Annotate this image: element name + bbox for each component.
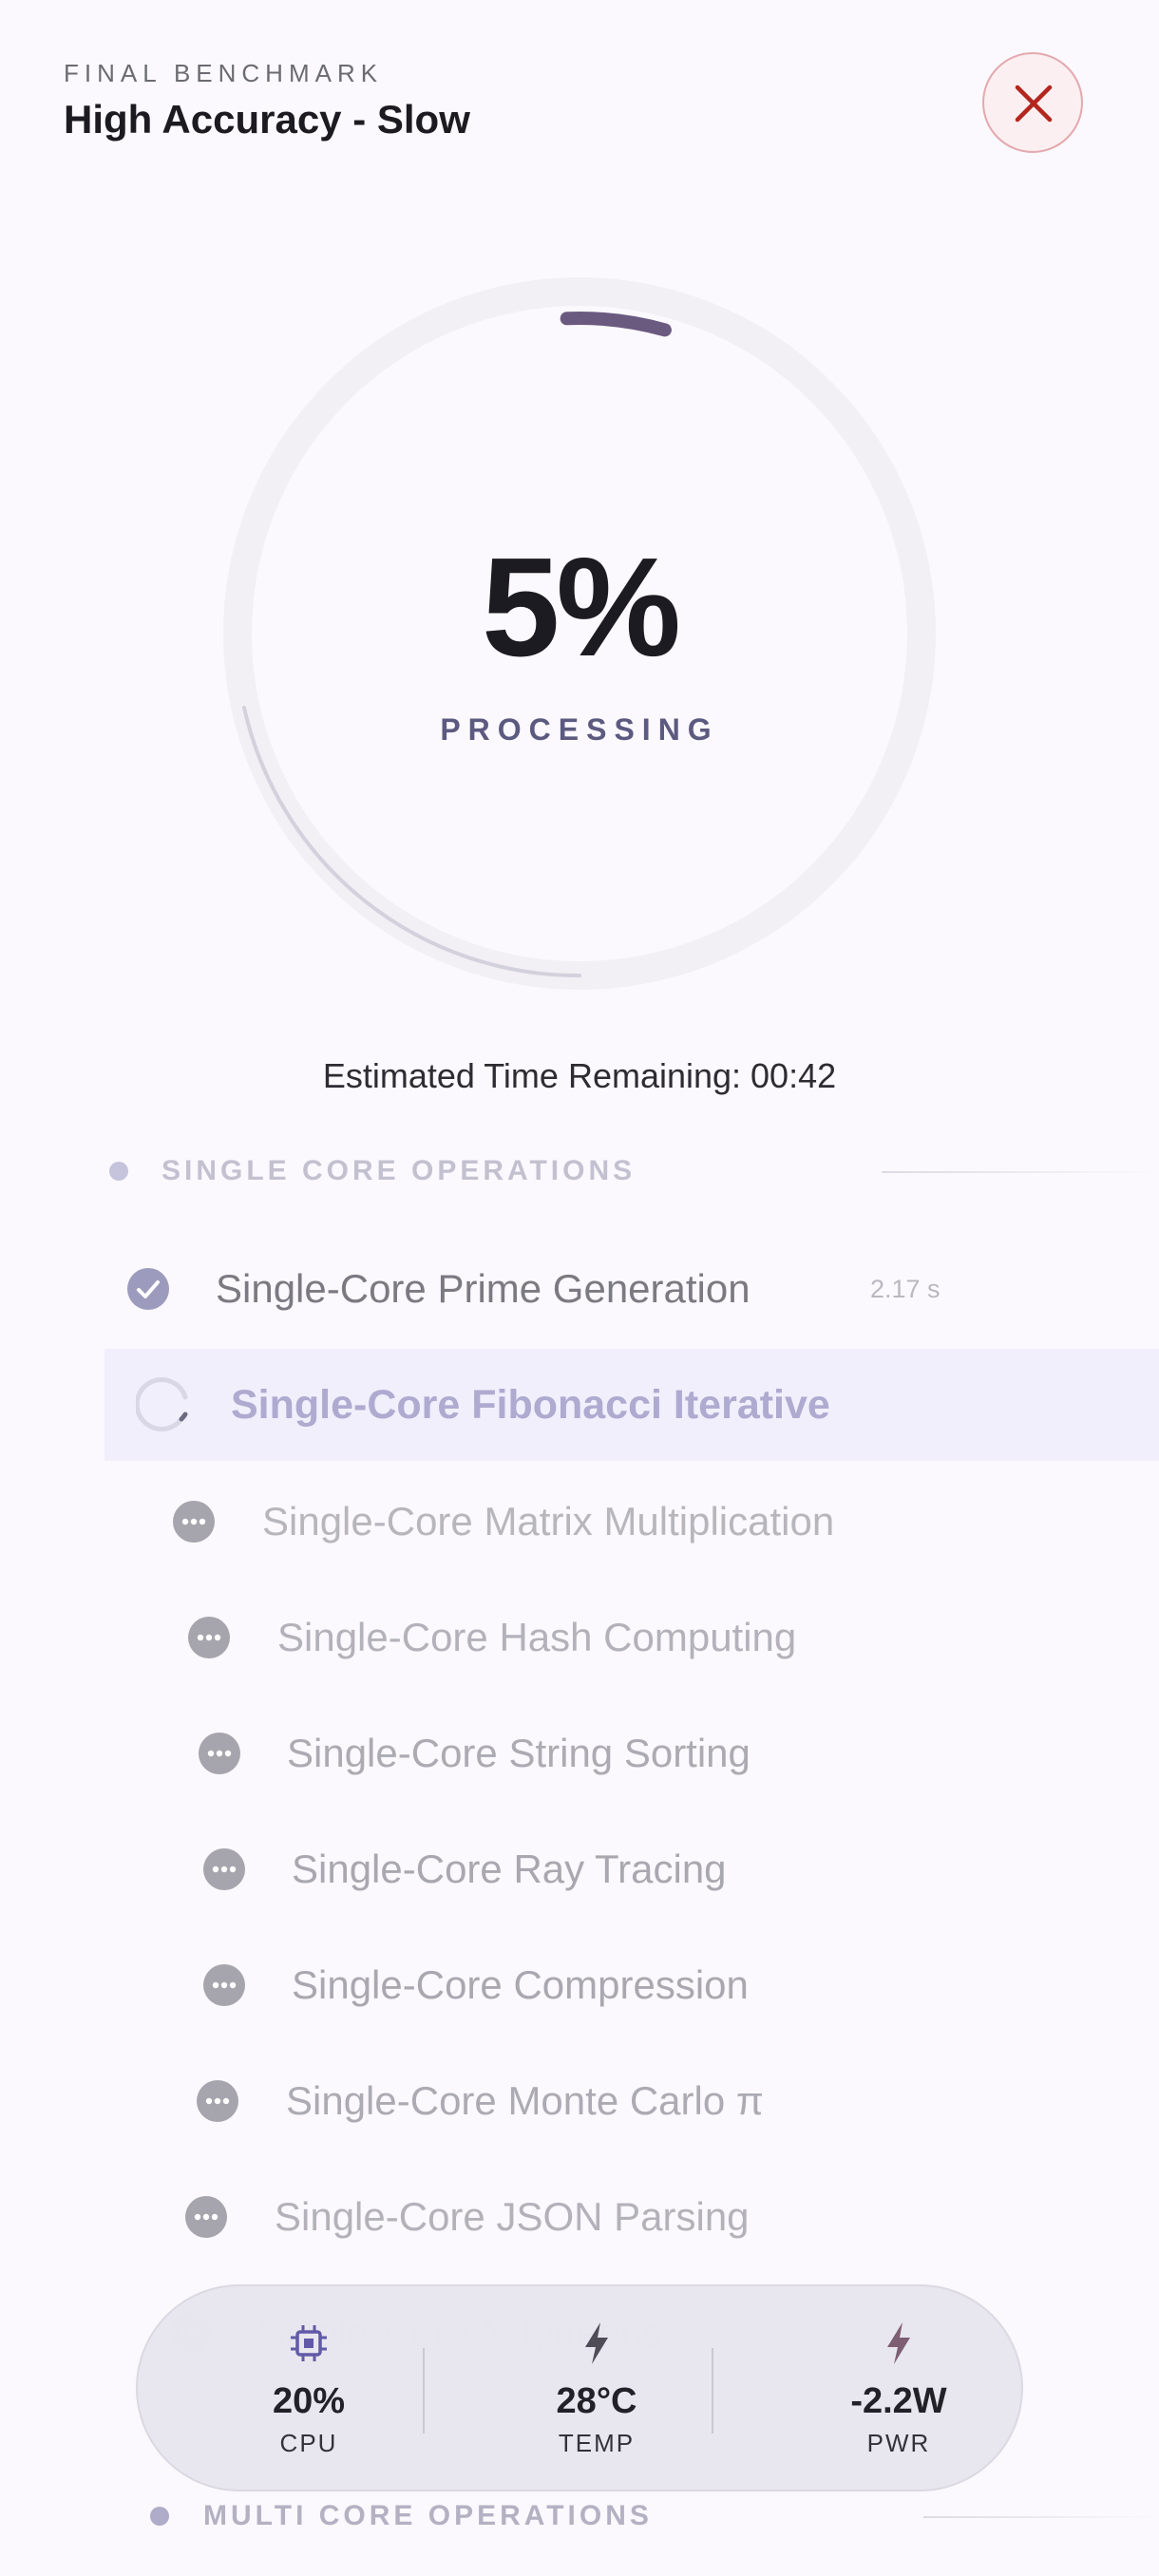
system-stats-bar: 20% CPU 28°C TEMP -2.2W PWR [136,2284,1023,2491]
task-name: Single-Core Monte Carlo π [286,2078,764,2123]
task-name: Single-Core JSON Parsing [275,2194,750,2239]
stat-divider [423,2348,425,2434]
task-row[interactable]: Single-Core JSON Parsing [0,2165,1159,2269]
cpu-label: CPU [279,2429,338,2457]
stat-power: -2.2W PWR [794,2286,1003,2493]
section-header-single-core: SINGLE CORE OPERATIONS [104,1152,1159,1190]
task-name: Single-Core Compression [292,1962,749,2007]
task-row[interactable]: Single-Core String Sorting [0,1701,1159,1806]
task-row[interactable]: Single-Core Prime Generation 2.17 s [0,1237,1159,1341]
close-button[interactable] [982,52,1083,153]
section-header-multi-core: MULTI CORE OPERATIONS [104,2497,1159,2535]
stat-temp: 28°C TEMP [492,2286,701,2493]
close-icon [1015,85,1053,123]
temp-label: TEMP [558,2429,636,2457]
task-duration: 2.17 s [870,1275,940,1303]
section-label: SINGLE CORE OPERATIONS [162,1155,636,1186]
page-title: High Accuracy - Slow [64,97,470,142]
section-divider [923,2516,1159,2518]
stat-cpu: 20% CPU [204,2286,413,2493]
cpu-value: 20% [272,2381,346,2421]
header-overline: FINAL BENCHMARK [64,59,384,87]
power-value: -2.2W [850,2381,947,2421]
spinner-icon [134,1377,188,1431]
task-row[interactable]: Single-Core Compression [0,1933,1159,2037]
progress-percent: 5% [482,529,681,686]
task-row[interactable]: Single-Core Matrix Multiplication [0,1469,1159,1574]
more-dots-icon [202,1963,246,2007]
stat-divider [712,2348,713,2434]
more-dots-icon [198,1732,241,1775]
cpu-chip-icon [291,2325,327,2361]
check-circle-icon [126,1267,170,1311]
section-dot [109,1162,128,1181]
temp-value: 28°C [556,2381,637,2421]
more-dots-icon [196,2079,239,2123]
more-dots-icon [172,1500,216,1544]
task-name: Single-Core Hash Computing [277,1615,797,1659]
eta-text: Estimated Time Remaining: 00:42 [322,1056,837,1095]
more-dots-icon [187,1616,231,1659]
task-name: Single-Core Ray Tracing [292,1847,727,1891]
task-row[interactable]: Single-Core Fibonacci Iterative [0,1353,1159,1457]
task-row[interactable]: Single-Core Ray Tracing [0,1817,1159,1922]
bolt-icon [585,2322,608,2364]
section-label: MULTI CORE OPERATIONS [203,2500,653,2531]
section-divider [882,1171,1159,1173]
progress-status: PROCESSING [440,712,719,747]
task-name: Single-Core Prime Generation [216,1266,750,1311]
more-dots-icon [184,2195,228,2239]
section-dot [150,2507,169,2526]
task-row[interactable]: Single-Core Hash Computing [0,1585,1159,1690]
power-label: PWR [866,2429,931,2457]
task-name: Single-Core String Sorting [287,1731,750,1775]
progress-ring-fill [560,312,672,337]
task-row[interactable]: Single-Core Monte Carlo π [0,2049,1159,2153]
bolt-icon [887,2322,910,2364]
task-name: Single-Core Matrix Multiplication [262,1499,835,1544]
task-name: Single-Core Fibonacci Iterative [231,1382,830,1428]
more-dots-icon [202,1847,246,1891]
